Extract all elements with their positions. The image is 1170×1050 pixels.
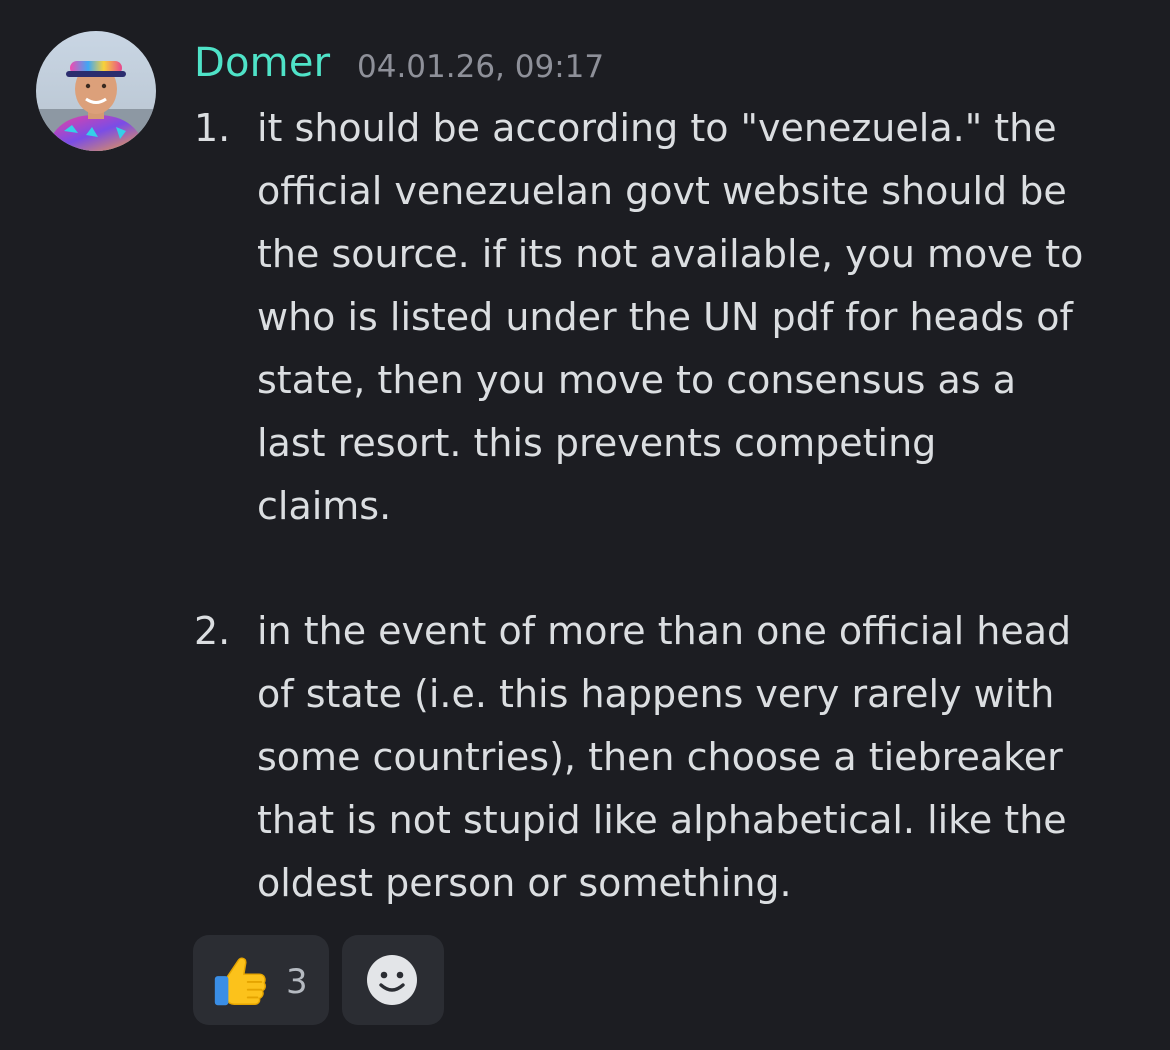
list-item-number: 2. xyxy=(194,609,231,653)
message-timestamp: 04.01.26, 09:17 xyxy=(357,49,605,85)
list-item-text: it should be according to "venezuela." t… xyxy=(257,106,1084,528)
thumbs-up-icon xyxy=(209,949,271,1015)
username[interactable]: Domer xyxy=(194,37,330,89)
chat-message: Domer 04.01.26, 09:17 1. it should be ac… xyxy=(0,0,1170,1050)
list-item-number: 1. xyxy=(194,106,231,150)
reaction-thumbs-up-button[interactable] xyxy=(193,935,329,1025)
list-item-text: in the event of more than one official h… xyxy=(257,609,1072,905)
reaction-count: 3 xyxy=(286,962,308,1002)
avatar[interactable] xyxy=(36,31,156,151)
smiley-icon xyxy=(366,954,418,1010)
add-reaction-button[interactable] xyxy=(342,935,444,1025)
